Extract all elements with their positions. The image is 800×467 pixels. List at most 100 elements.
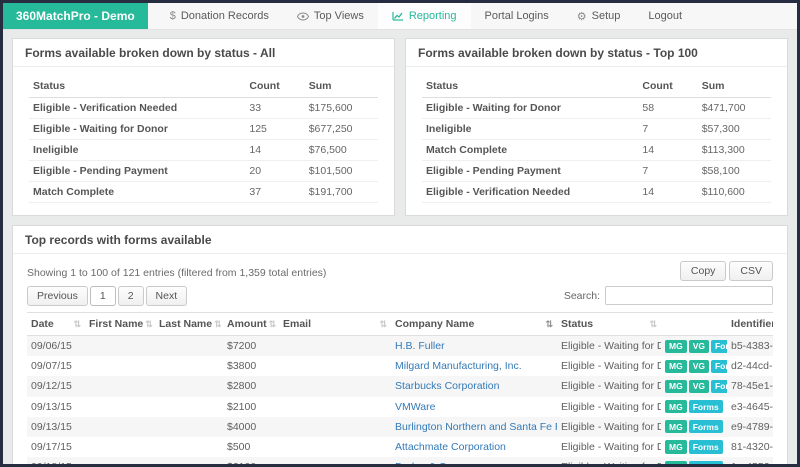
amount-cell: $2100 (227, 400, 257, 413)
vg-badge[interactable]: VG (688, 379, 709, 394)
sort-header-email[interactable]: Email ⇅ (279, 312, 391, 336)
status-cell: Eligible - Waiting for Donor (422, 97, 639, 119)
mg-badge[interactable]: MG (665, 359, 687, 373)
sort-header-date[interactable]: Date ⇅ (27, 312, 85, 336)
nav-logout[interactable]: Logout (634, 3, 696, 29)
nav-setup[interactable]: ⚙ Setup (563, 3, 635, 29)
sum-cell: $76,500 (304, 139, 378, 161)
date-cell: 09/12/15 (27, 376, 85, 397)
nav-top-views[interactable]: Top Views (283, 3, 378, 29)
chart-icon (392, 11, 404, 21)
nav-portal-logins[interactable]: Portal Logins (471, 3, 563, 29)
identifier-cell: d2-44cd-82dc-a180... (731, 360, 773, 373)
company-link[interactable]: Burlington Northern and Santa Fe Railway (395, 421, 557, 433)
forms-badge[interactable]: Forms (710, 379, 727, 394)
table-row: 09/13/15 $2100 VMWare Eligible - Waiting… (27, 397, 773, 417)
sort-icon: ⇅ (545, 318, 553, 329)
next-page-button[interactable]: Next (145, 286, 188, 306)
table-row: 09/06/15 $7200 H.B. Fuller Eligible - Wa… (27, 335, 773, 357)
forms-badge[interactable]: Forms (710, 359, 727, 373)
sum-cell: $677,250 (304, 118, 378, 140)
sort-header-last-name[interactable]: Last Name ⇅ (155, 312, 223, 336)
table-row: Match Complete 14 $113,300 (422, 139, 771, 161)
forms-badge[interactable]: Forms (688, 440, 723, 454)
last-name-cell (155, 457, 223, 464)
brand-logo[interactable]: 360MatchPro - Demo (3, 3, 148, 29)
company-link[interactable]: Milgard Manufacturing, Inc. (395, 360, 522, 372)
table-row: 09/18/15 $2100 Dodge & Cox Eligible - Wa… (27, 457, 773, 464)
company-link[interactable]: H.B. Fuller (395, 340, 445, 352)
email-cell (279, 356, 391, 376)
company-link[interactable]: Dodge & Cox (395, 461, 457, 464)
count-cell: 14 (638, 139, 698, 161)
date-cell: 09/07/15 (31, 360, 72, 373)
first-name-cell (85, 335, 155, 357)
date-cell: 09/17/15 (31, 441, 72, 454)
mg-badge[interactable]: MG (665, 420, 687, 434)
email-cell (279, 437, 391, 457)
nav-reporting[interactable]: Reporting (377, 3, 471, 29)
panel-title: Forms available broken down by status - … (406, 39, 787, 67)
mg-badge[interactable]: MG (665, 339, 687, 353)
first-name-cell (85, 376, 155, 397)
status-cell: Eligible - Waiting for Donor (561, 441, 661, 454)
page-2-button[interactable]: 2 (117, 286, 144, 306)
first-name-cell (85, 437, 155, 457)
identifier-cell: 78-45e1-8eaa-53b6... (727, 376, 773, 397)
nav-label: Donation Records (180, 10, 269, 22)
forms-badge[interactable]: Forms (688, 420, 723, 434)
company-link[interactable]: VMWare (395, 401, 435, 413)
sort-header-company-name[interactable]: Company Name ⇅ (391, 312, 557, 336)
status-panel-all: Forms available broken down by status - … (12, 38, 395, 216)
sort-icon: ⇅ (649, 318, 657, 329)
forms-badge[interactable]: Forms (688, 460, 723, 464)
mg-badge[interactable]: MG (665, 440, 687, 454)
nav-menu: $ Donation Records Top Views Reporting P… (156, 3, 696, 29)
nav-donation-records[interactable]: $ Donation Records (156, 3, 283, 29)
table-row: Eligible - Verification Needed 33 $175,6… (29, 97, 378, 119)
vg-badge[interactable]: VG (688, 339, 709, 353)
company-link[interactable]: Attachmate Corporation (395, 441, 506, 453)
panel-title: Top records with forms available (13, 226, 787, 254)
mg-badge[interactable]: MG (665, 400, 687, 414)
badges-cell: MGVGForms (661, 356, 727, 376)
page-1-button[interactable]: 1 (89, 286, 116, 306)
sort-header-amount[interactable]: Amount ⇅ (223, 312, 279, 336)
badges-cell: MGVGForms (661, 335, 727, 357)
amount-cell: $2100 (223, 457, 279, 464)
csv-button[interactable]: CSV (729, 261, 773, 281)
amount-cell: $4000 (223, 416, 279, 437)
sum-cell: $113,300 (697, 139, 771, 161)
status-cell: Eligible - Pending Payment (422, 160, 639, 182)
status-table-top100: Status Count Sum Eligible - Waiting for … (422, 75, 771, 203)
forms-badge[interactable]: Forms (710, 339, 727, 353)
amount-cell: $7200 (223, 335, 279, 357)
sort-header-identifier[interactable]: Identifier⇅ (727, 312, 773, 336)
sort-header-status[interactable]: Status ⇅ (557, 312, 661, 336)
count-cell: 14 (245, 139, 305, 161)
badges-cell: MGForms (661, 416, 727, 437)
vg-badge[interactable]: VG (688, 359, 709, 373)
company-link[interactable]: Starbucks Corporation (395, 380, 499, 392)
badges-cell: MGForms (661, 437, 727, 457)
badges-cell: MGForms (661, 397, 727, 417)
copy-button[interactable]: Copy (679, 261, 727, 281)
search-input[interactable] (605, 286, 773, 305)
previous-page-button[interactable]: Previous (27, 286, 88, 306)
column-header: Sum (697, 75, 771, 98)
status-cell: Eligible - Waiting for Donor (561, 400, 661, 413)
sort-header-first-name[interactable]: First Name ⇅ (85, 312, 155, 336)
first-name-cell (85, 416, 155, 437)
panel-title: Forms available broken down by status - … (13, 39, 394, 67)
table-row: Eligible - Verification Needed 14 $110,6… (422, 181, 771, 203)
identifier-cell: e9-4789-818b-176c... (727, 416, 773, 437)
identifier-cell: e3-4645-b822-73d6... (731, 400, 773, 413)
forms-badge[interactable]: Forms (688, 400, 723, 414)
mg-badge[interactable]: MG (665, 379, 687, 394)
column-header: Sum (304, 75, 378, 98)
date-cell: 09/13/15 (27, 416, 85, 437)
table-row: 09/17/15 $500 Attachmate Corporation Eli… (27, 437, 773, 457)
mg-badge[interactable]: MG (665, 460, 687, 464)
sort-icon: ⇅ (268, 318, 277, 329)
count-cell: 58 (638, 97, 698, 119)
